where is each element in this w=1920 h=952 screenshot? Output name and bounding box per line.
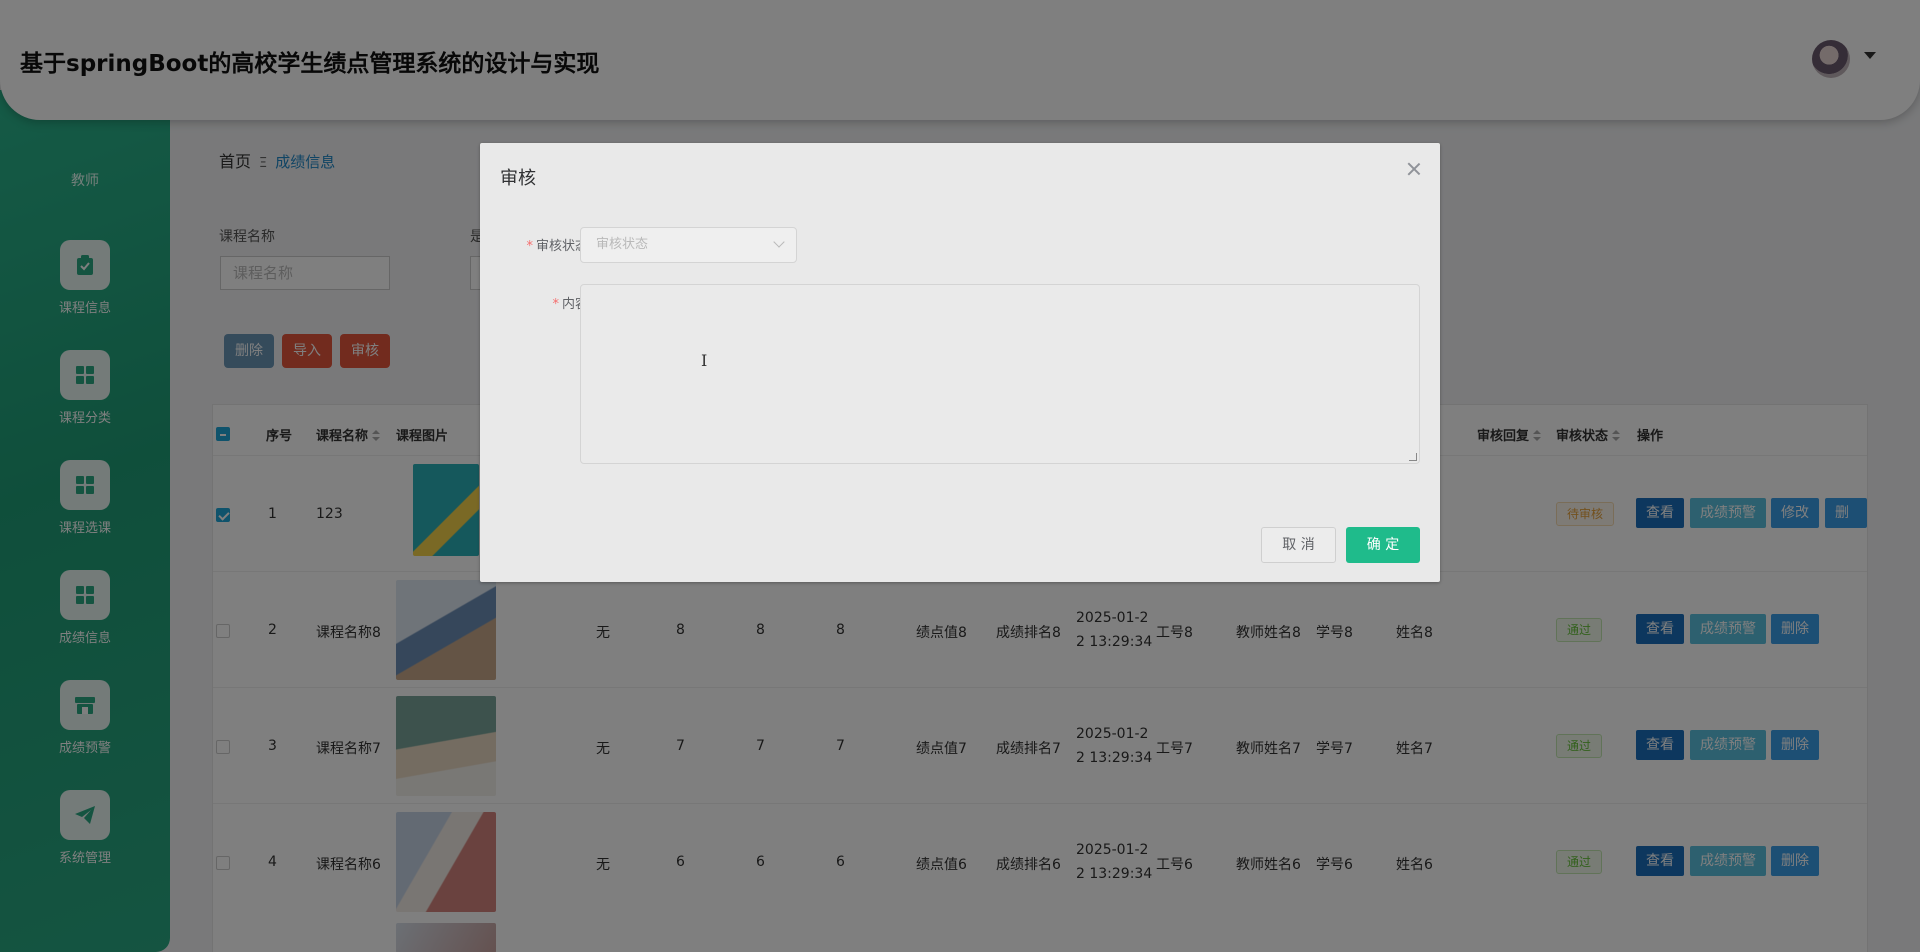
- audit-status-select[interactable]: 审核状态: [580, 227, 797, 263]
- text-cursor-icon: Ι: [701, 351, 708, 370]
- status-label: * 审核状态: [526, 239, 588, 254]
- resize-handle-icon[interactable]: [1409, 453, 1417, 461]
- audit-dialog: 审核 * 审核状态 审核状态 * 内容 Ι 取 消 确 定: [480, 143, 1440, 582]
- confirm-button[interactable]: 确 定: [1346, 527, 1420, 563]
- content-textarea[interactable]: [580, 284, 1420, 464]
- chevron-down-icon: [773, 236, 785, 248]
- dialog-title: 审核: [500, 168, 536, 189]
- content-label: * 内容: [552, 297, 588, 312]
- select-placeholder: 审核状态: [596, 237, 649, 252]
- cancel-button[interactable]: 取 消: [1261, 527, 1336, 563]
- close-icon[interactable]: [1406, 161, 1422, 177]
